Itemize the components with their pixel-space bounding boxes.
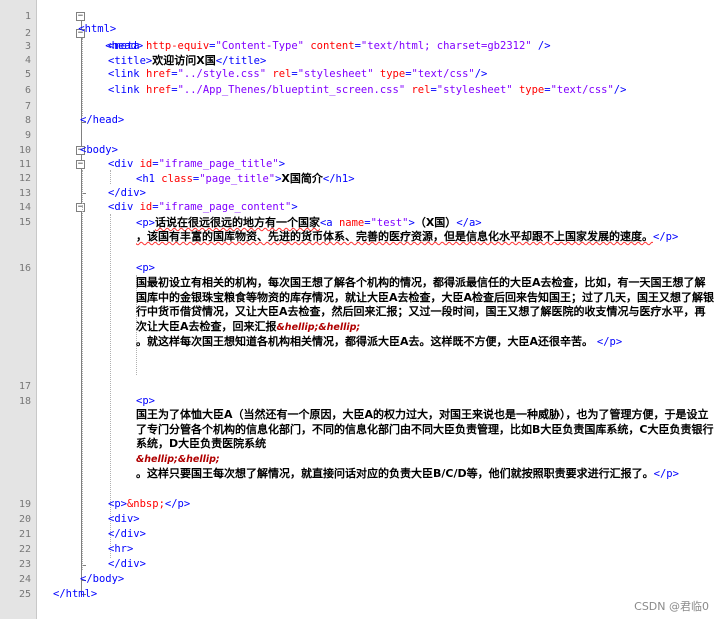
- line-number: 22: [18, 544, 31, 555]
- line-number: 3: [24, 41, 31, 52]
- line-number: 10: [18, 145, 31, 156]
- line-number: 5: [24, 69, 31, 80]
- code-line-10: <body>: [80, 144, 118, 156]
- code-line-18-wrap: 国王为了体恤大臣A（当然还有一个原因，大臣A的权力过大，对国王来说也是一种威胁）…: [136, 408, 714, 481]
- code-line-20: <div>: [108, 513, 140, 525]
- code-line-25: </html>: [53, 588, 98, 600]
- line-number: 20: [18, 514, 31, 525]
- line-number: 23: [18, 559, 31, 570]
- line-number: 9: [24, 130, 31, 141]
- line-number: 6: [24, 85, 31, 96]
- line-number: 15: [18, 217, 31, 228]
- code-line-5: <link href="../style.css" rel="styleshee…: [108, 68, 488, 80]
- line-number: 4: [24, 55, 31, 66]
- code-line-15-wrap: ，该国有丰富的国库物资、先进的货币体系、完善的医疗资源，但是信息化水平却跟不上国…: [136, 230, 679, 243]
- line-number: 25: [18, 589, 31, 600]
- code-editor[interactable]: 1 2 3 4 5 6 7 8 9 10 11 12 13 14 15 16 1…: [0, 0, 721, 619]
- line-number: 8: [24, 115, 31, 126]
- line-number: 14: [18, 202, 31, 213]
- code-line-8: </head>: [80, 114, 125, 126]
- line-number: 17: [18, 381, 31, 392]
- fold-margin: − − − − −: [37, 0, 86, 619]
- line-number: 24: [18, 574, 31, 585]
- line-number: 16: [18, 263, 31, 274]
- indent-guide: [82, 170, 83, 570]
- code-line-19: <p>&nbsp;</p>: [108, 498, 191, 510]
- code-line-16: <p>: [136, 262, 155, 274]
- line-number: 13: [18, 188, 31, 199]
- code-line-23: </div>: [108, 558, 146, 570]
- code-line-24: </body>: [80, 573, 125, 585]
- code-line-12: <h1 class="page_title">X国简介</h1>: [136, 172, 355, 185]
- line-number: 11: [18, 159, 31, 170]
- code-line-15: <p>话说在很远很远的地方有一个国家<a name="test">（X国）</a…: [136, 216, 482, 229]
- code-line-14: <div id="iframe_page_content">: [108, 201, 298, 213]
- code-line-11: <div id="iframe_page_title">: [108, 158, 286, 170]
- line-number: 12: [18, 173, 31, 184]
- line-number-gutter: 1 2 3 4 5 6 7 8 9 10 11 12 13 14 15 16 1…: [0, 0, 37, 619]
- code-line-6: <link href="../App_Thenes/blueptint_scre…: [108, 84, 627, 96]
- line-number: 1: [24, 11, 31, 22]
- code-line-21: </div>: [108, 528, 146, 540]
- line-number: 19: [18, 499, 31, 510]
- code-line-16-wrap: 国最初设立有相关的机构，每次国王想了解各个机构的情况，都得派最信任的大臣A去检查…: [136, 276, 715, 349]
- line-number: 2: [24, 28, 31, 39]
- line-number: 18: [18, 396, 31, 407]
- code-line-13: </div>: [108, 187, 146, 199]
- fold-toggle-icon[interactable]: −: [76, 160, 85, 169]
- code-line-4: <title>欢迎访问X国</title>: [108, 54, 267, 67]
- code-line-18: <p>: [136, 395, 155, 407]
- line-number: 21: [18, 529, 31, 540]
- fold-toggle-icon[interactable]: −: [76, 203, 85, 212]
- watermark: CSDN @君临0: [634, 600, 709, 613]
- line-number: 7: [24, 101, 31, 112]
- indent-guide: [110, 170, 111, 184]
- code-line-22: <hr>: [108, 543, 134, 555]
- code-line-3: <meta http-equiv="Content-Type" content=…: [108, 40, 551, 52]
